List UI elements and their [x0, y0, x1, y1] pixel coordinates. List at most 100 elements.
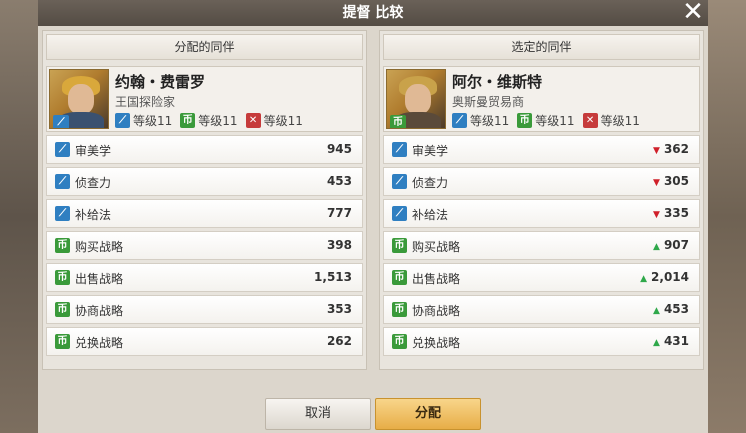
- stat-row: 币出售战略 1,513: [46, 263, 363, 292]
- trade-icon: 币: [392, 238, 407, 253]
- level-list: ⟋ 等级11 币等级11 ✕ 等级11: [452, 111, 640, 129]
- avatar: ⟋: [49, 69, 109, 129]
- arrow-up-icon: ▲: [653, 242, 660, 252]
- stat-number: 453: [326, 174, 352, 188]
- background-left: [0, 0, 40, 433]
- compare-dialog: 提督 比较 ✕ 分配的同伴 ⟋ 约翰・费雷罗 王国探险家 ⟋ 等级11 币等级11…: [38, 0, 708, 433]
- stat-value: ▼ 362: [653, 142, 689, 156]
- arrow-down-icon: ▼: [653, 178, 660, 188]
- stat-label: 协商战略: [412, 304, 461, 318]
- trade-icon: 币: [55, 270, 70, 285]
- compass-icon: ⟋: [53, 115, 69, 128]
- compass-icon: ⟋: [55, 174, 70, 189]
- stat-label: 出售战略: [75, 272, 124, 286]
- compass-icon: ⟋: [392, 174, 407, 189]
- stat-number: 1,513: [314, 270, 352, 284]
- stat-value: 398: [327, 238, 352, 252]
- stat-number: 305: [663, 174, 689, 188]
- stat-number: 353: [326, 302, 352, 316]
- stat-value: 353: [327, 302, 352, 316]
- trade-icon: 币: [392, 270, 407, 285]
- stat-label: 兑换战略: [412, 336, 461, 350]
- companion-card[interactable]: 币 阿尔・维斯特 奥斯曼贸易商 ⟋ 等级11 币等级11 ✕ 等级11: [383, 66, 700, 132]
- arrow-down-icon: ▼: [653, 146, 660, 156]
- stat-row: 币兑换战略 ▲ 431: [383, 327, 700, 356]
- avatar: 币: [386, 69, 446, 129]
- arrow-up-icon: ▲: [653, 306, 660, 316]
- level-nav: ⟋ 等级11: [452, 112, 509, 129]
- level-battle: ✕ 等级11: [245, 112, 303, 129]
- close-icon[interactable]: ✕: [678, 0, 708, 26]
- stat-number: 335: [663, 206, 689, 220]
- stat-row: ⟋ 侦查力 453: [46, 167, 363, 196]
- stat-value: 945: [327, 142, 352, 156]
- stat-number: 262: [326, 334, 352, 348]
- trade-icon: 币: [180, 112, 196, 128]
- level-nav: ⟋ 等级11: [115, 112, 172, 129]
- stat-row: ⟋ 补给法 ▼ 335: [383, 199, 700, 228]
- stat-row: ⟋ 审美学 ▼ 362: [383, 135, 700, 164]
- assigned-companion-panel: 分配的同伴 ⟋ 约翰・费雷罗 王国探险家 ⟋ 等级11 币等级11 ✕ 等级11 ⟋…: [42, 30, 367, 370]
- compass-icon: ⟋: [55, 142, 70, 157]
- level-trade: 币等级11: [180, 112, 238, 129]
- stat-number: 907: [663, 238, 689, 252]
- level-trade: 币等级11: [517, 112, 575, 129]
- stat-value: 453: [327, 174, 352, 188]
- arrow-up-icon: ▲: [653, 338, 660, 348]
- panel-header: 分配的同伴: [46, 34, 363, 60]
- stat-value: ▼ 305: [653, 174, 689, 188]
- stat-row: 币协商战略 353: [46, 295, 363, 324]
- trade-icon: 币: [55, 302, 70, 317]
- assign-button[interactable]: 分配: [375, 398, 481, 430]
- cancel-button[interactable]: 取消: [265, 398, 371, 430]
- stat-row: ⟋ 侦查力 ▼ 305: [383, 167, 700, 196]
- stat-row: 币协商战略 ▲ 453: [383, 295, 700, 324]
- selected-companion-panel: 选定的同伴 币 阿尔・维斯特 奥斯曼贸易商 ⟋ 等级11 币等级11 ✕ 等级11 …: [379, 30, 704, 370]
- compass-icon: ⟋: [392, 142, 407, 157]
- stat-number: 453: [663, 302, 689, 316]
- stat-value: ▼ 335: [653, 206, 689, 220]
- compass-icon: ⟋: [392, 206, 407, 221]
- stat-row: 币购买战略 ▲ 907: [383, 231, 700, 260]
- cross-swords-icon: ✕: [582, 112, 598, 128]
- compass-icon: ⟋: [452, 112, 467, 128]
- stat-number: 398: [326, 238, 352, 252]
- stat-number: 362: [663, 142, 689, 156]
- stat-row: 币兑换战略 262: [46, 327, 363, 356]
- stat-label: 购买战略: [75, 240, 124, 254]
- stat-row: 币出售战略 ▲ 2,014: [383, 263, 700, 292]
- trade-icon: 币: [517, 112, 533, 128]
- stat-label: 补给法: [412, 208, 449, 222]
- stat-row: 币购买战略 398: [46, 231, 363, 260]
- trade-icon: 币: [390, 115, 406, 128]
- companion-role: 奥斯曼贸易商: [452, 95, 525, 109]
- stat-label: 兑换战略: [75, 336, 124, 350]
- companion-name: 阿尔・维斯特: [452, 73, 543, 91]
- stat-label: 审美学: [412, 144, 449, 158]
- companion-card[interactable]: ⟋ 约翰・费雷罗 王国探险家 ⟋ 等级11 币等级11 ✕ 等级11: [46, 66, 363, 132]
- companion-role: 王国探险家: [115, 95, 176, 109]
- stat-value: ▲ 431: [653, 334, 689, 348]
- stat-number: 2,014: [651, 270, 689, 284]
- stat-value: 1,513: [314, 270, 352, 284]
- trade-icon: 币: [392, 302, 407, 317]
- dialog-title: 提督 比较: [38, 0, 708, 26]
- cross-swords-icon: ✕: [245, 112, 261, 128]
- stat-value: ▲ 453: [653, 302, 689, 316]
- trade-icon: 币: [392, 334, 407, 349]
- stat-number: 431: [663, 334, 689, 348]
- arrow-down-icon: ▼: [653, 210, 660, 220]
- stat-value: 262: [327, 334, 352, 348]
- stat-label: 出售战略: [412, 272, 461, 286]
- companion-name: 约翰・费雷罗: [115, 73, 206, 91]
- stat-label: 购买战略: [412, 240, 461, 254]
- stat-value: ▲ 2,014: [640, 270, 689, 284]
- level-battle: ✕ 等级11: [582, 112, 640, 129]
- panel-header: 选定的同伴: [383, 34, 700, 60]
- stat-value: 777: [327, 206, 352, 220]
- stat-row: ⟋ 补给法 777: [46, 199, 363, 228]
- compass-icon: ⟋: [115, 112, 130, 128]
- stat-label: 协商战略: [75, 304, 124, 318]
- stat-value: ▲ 907: [653, 238, 689, 252]
- stat-number: 777: [326, 206, 352, 220]
